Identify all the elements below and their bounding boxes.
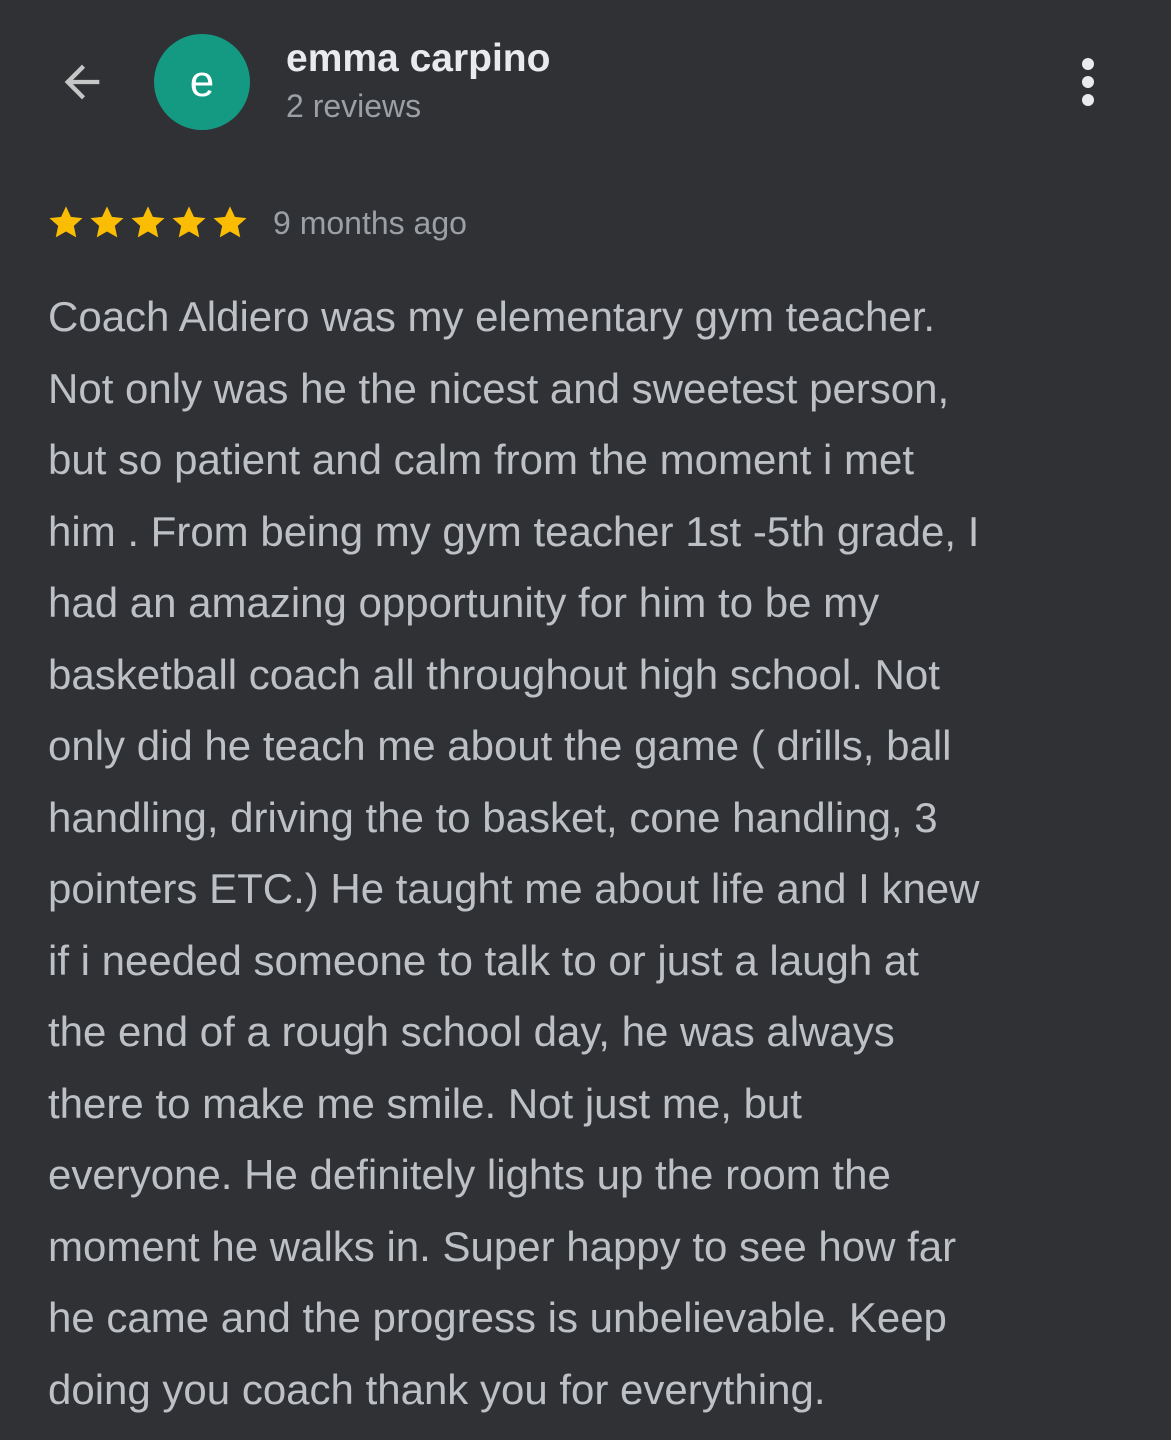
rating-row: 9 months ago: [46, 198, 467, 248]
more-vert-icon: [1082, 58, 1094, 106]
back-button[interactable]: [50, 50, 114, 114]
review-timestamp: 9 months ago: [273, 204, 467, 241]
author-info: emma carpino 2 reviews: [286, 36, 550, 126]
star-filled-icon: [49, 206, 83, 238]
review-text-line: basketball coach all throughout high sch…: [48, 650, 940, 698]
star-rating: [46, 203, 251, 243]
avatar-letter: e: [189, 57, 215, 106]
more-options-button[interactable]: [1060, 50, 1116, 114]
review-text-line: doing you coach thank you for everything…: [48, 1365, 826, 1413]
review-header: e emma carpino 2 reviews: [0, 0, 1171, 170]
review-text-line: only did he teach me about the game ( dr…: [48, 722, 952, 769]
review-text-line: there to make me smile. Not just me, but: [48, 1079, 802, 1127]
review-text-line: Not only was he the nicest and sweetest …: [48, 364, 950, 412]
review-text-line: but so patient and calm from the moment …: [48, 436, 915, 483]
review-text-line: pointers ETC.) He taught me about life a…: [48, 865, 980, 912]
review-text-line: the end of a rough school day, he was al…: [48, 1008, 895, 1055]
star-filled-icon: [131, 206, 165, 238]
author-name[interactable]: emma carpino: [286, 36, 550, 82]
review-text-line: if i needed someone to talk to or just a…: [48, 936, 919, 984]
review-text-line: moment he walks in. Super happy to see h…: [48, 1222, 957, 1270]
review-count: 2 reviews: [286, 88, 422, 124]
avatar[interactable]: e: [154, 34, 250, 130]
star-filled-icon: [90, 206, 124, 238]
review-text-line: he came and the progress is unbelievable…: [48, 1294, 947, 1341]
review-text: Coach Aldiero was my elementary gym teac…: [48, 281, 1128, 1425]
star-filled-icon: [213, 206, 247, 238]
review-text-line: him . From being my gym teacher 1st -5th…: [48, 507, 980, 555]
star-filled-icon: [172, 206, 206, 238]
arrow-back-icon: [64, 64, 100, 100]
review-text-line: Coach Aldiero was my elementary gym teac…: [48, 293, 936, 340]
review-text-line: had an amazing opportunity for him to be…: [48, 579, 880, 626]
review-text-line: everyone. He definitely lights up the ro…: [48, 1151, 891, 1198]
review-text-line: handling, driving the to basket, cone ha…: [48, 793, 938, 841]
